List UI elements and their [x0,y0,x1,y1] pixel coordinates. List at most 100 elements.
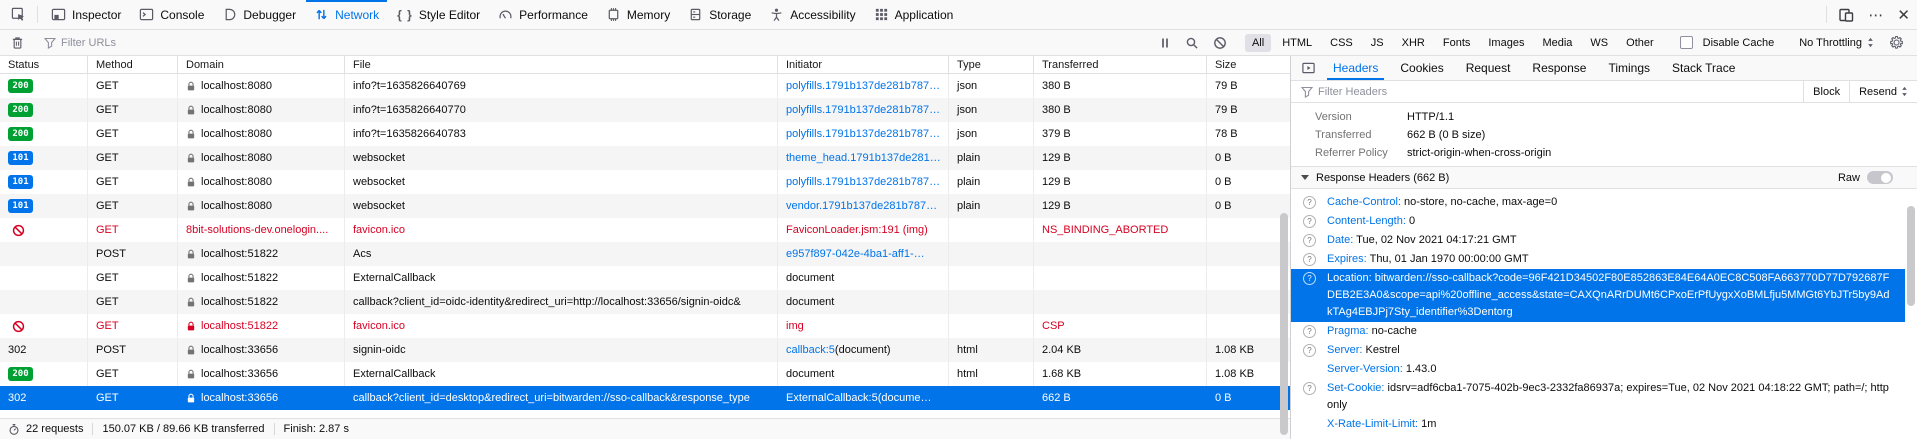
initiator-part[interactable]: polyfills.1791b137de281b787… [786,104,940,116]
header-name[interactable]: Content-Length: [1327,215,1409,227]
network-settings-button[interactable] [1882,35,1911,50]
header-row-expires[interactable]: ?Expires: Thu, 01 Jan 1970 00:00:00 GMT [1291,250,1905,269]
initiator-part[interactable]: callback:5 [786,344,835,356]
header-name[interactable]: Set-Cookie: [1327,382,1388,394]
header-row-pragma[interactable]: ?Pragma: no-cache [1291,322,1905,341]
header-row-server[interactable]: ?Server: Kestrel [1291,341,1905,360]
question-icon[interactable]: ? [1303,272,1316,285]
column-header-size[interactable]: Size [1207,56,1290,73]
throttling-select[interactable]: No Throttling [1791,37,1882,49]
tab-timings[interactable]: Timings [1597,56,1661,80]
initiator-part[interactable]: ExternalCallback:5 [786,392,878,404]
request-row[interactable]: 101GETlocalhost:8080websocketvendor.1791… [0,194,1290,218]
request-row[interactable]: GETlocalhost:51822favicon.icoimgCSP [0,314,1290,338]
filter-chip-images[interactable]: Images [1481,34,1531,52]
tab-console[interactable]: Console [131,0,212,29]
filter-chip-other[interactable]: Other [1619,34,1661,52]
tab-response[interactable]: Response [1521,56,1597,80]
header-name[interactable]: Cache-Control: [1327,196,1404,208]
column-header-file[interactable]: File [345,56,778,73]
header-name[interactable]: Location: [1327,272,1375,284]
filter-chip-html[interactable]: HTML [1275,34,1319,52]
menu-button[interactable]: ⋯ [1861,0,1890,29]
request-list-scrollbar[interactable] [1278,73,1290,419]
tab-memory[interactable]: Memory [598,0,678,29]
disable-cache-toggle[interactable]: Disable Cache [1672,36,1783,49]
block-url-button[interactable]: Block [1803,81,1849,102]
question-icon[interactable]: ? [1303,215,1316,228]
tab-network[interactable]: Network [306,0,387,29]
tab-application[interactable]: Application [866,0,962,29]
question-icon[interactable]: ? [1303,234,1316,247]
header-name[interactable]: Expires: [1327,253,1370,265]
filter-chip-all[interactable]: All [1245,34,1271,52]
tab-style-editor[interactable]: { } Style Editor [389,0,488,29]
filter-urls-input[interactable] [61,37,281,49]
request-row[interactable]: GETlocalhost:51822callback?client_id=oid… [0,290,1290,314]
pause-traffic-button[interactable] [1152,37,1178,49]
header-row-set-cookie[interactable]: ?Set-Cookie: idsrv=adf6cba1-7075-402b-9e… [1291,379,1905,415]
header-name[interactable]: X-Rate-Limit-Limit: [1327,418,1421,430]
responsive-design-button[interactable] [1831,0,1861,29]
column-header-initiator[interactable]: Initiator [778,56,949,73]
tab-stack-trace[interactable]: Stack Trace [1661,56,1746,80]
initiator-part[interactable]: polyfills.1791b137de281b787… [786,80,940,92]
header-row-cache-control[interactable]: ?Cache-Control: no-store, no-cache, max-… [1291,193,1905,212]
request-row[interactable]: 302GETlocalhost:33656callback?client_id=… [0,386,1290,410]
request-row[interactable]: 200GETlocalhost:33656ExternalCallbackdoc… [0,362,1290,386]
request-row[interactable]: 101GETlocalhost:8080websockettheme_head.… [0,146,1290,170]
details-scrollbar[interactable] [1906,206,1916,366]
request-row[interactable]: GET8bit-solutions-dev.onelogin....favico… [0,218,1290,242]
raw-toggle[interactable] [1867,171,1893,184]
initiator-part[interactable]: theme_head.1791b137de281… [786,152,941,164]
tab-storage[interactable]: Storage [680,0,759,29]
tab-headers[interactable]: Headers [1322,56,1389,80]
initiator-part[interactable]: polyfills.1791b137de281b787… [786,128,940,140]
filter-chip-js[interactable]: JS [1364,34,1391,52]
close-devtools-button[interactable]: ✕ [1890,0,1917,29]
column-header-type[interactable]: Type [949,56,1034,73]
header-name[interactable]: Pragma: [1327,325,1372,337]
column-header-status[interactable]: Status [0,56,88,73]
filter-chip-css[interactable]: CSS [1323,34,1360,52]
header-row-location[interactable]: ?Location: bitwarden://sso-callback?code… [1291,269,1905,322]
clear-requests-button[interactable] [6,36,29,50]
request-row[interactable]: POSTlocalhost:51822Acse957f897-042e-4ba1… [0,242,1290,266]
request-row[interactable]: GETlocalhost:51822ExternalCallbackdocume… [0,266,1290,290]
tab-performance[interactable]: Performance [490,0,596,29]
expand-details-button[interactable] [1295,56,1322,80]
filter-headers-input[interactable] [1318,86,1518,98]
header-row-server-version[interactable]: Server-Version: 1.43.0 [1291,360,1905,379]
question-icon[interactable]: ? [1303,196,1316,209]
request-row[interactable]: 101GETlocalhost:8080websocketpolyfills.1… [0,170,1290,194]
resend-button[interactable]: Resend [1849,81,1917,102]
column-header-domain[interactable]: Domain [178,56,345,73]
collapse-twisty-icon[interactable] [1301,175,1309,180]
scrollbar-thumb[interactable] [1907,206,1915,306]
filter-chip-fonts[interactable]: Fonts [1436,34,1478,52]
header-name[interactable]: Server: [1327,344,1366,356]
initiator-part[interactable]: e957f897-042e-4ba1-aff1-… [786,248,925,260]
scrollbar-thumb[interactable] [1280,213,1288,435]
question-icon[interactable]: ? [1303,344,1316,357]
block-request-button[interactable] [1206,36,1234,50]
tab-debugger[interactable]: Debugger [214,0,304,29]
header-name[interactable]: Server-Version: [1327,363,1406,375]
header-row-date[interactable]: ?Date: Tue, 02 Nov 2021 04:17:21 GMT [1291,231,1905,250]
column-header-transferred[interactable]: Transferred [1034,56,1207,73]
initiator-part[interactable]: polyfills.1791b137de281b787… [786,176,940,188]
initiator-part[interactable]: vendor.1791b137de281b787… [786,200,937,212]
question-icon[interactable]: ? [1303,325,1316,338]
header-row-content-length[interactable]: ?Content-Length: 0 [1291,212,1905,231]
filter-chip-ws[interactable]: WS [1583,34,1615,52]
request-row[interactable]: 302POSTlocalhost:33656signin-oidccallbac… [0,338,1290,362]
filter-chip-xhr[interactable]: XHR [1395,34,1432,52]
tab-cookies[interactable]: Cookies [1389,56,1454,80]
disable-cache-checkbox[interactable] [1680,36,1693,49]
tab-request[interactable]: Request [1455,56,1522,80]
column-header-method[interactable]: Method [88,56,178,73]
request-row[interactable]: 200GETlocalhost:8080info?t=1635826640770… [0,98,1290,122]
question-icon[interactable]: ? [1303,382,1316,395]
tab-accessibility[interactable]: Accessibility [761,0,863,29]
search-requests-button[interactable] [1178,36,1206,50]
